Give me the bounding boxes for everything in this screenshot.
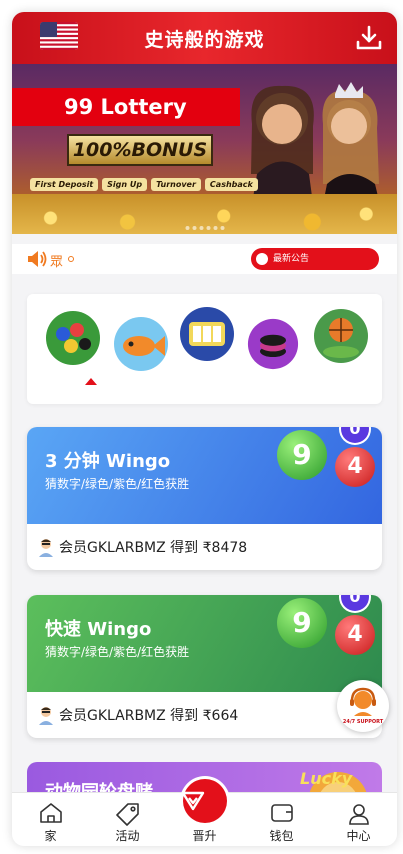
- card-header: 快速 Wingo 猜数字/绿色/紫色/红色获胜 9 4: [27, 595, 382, 692]
- pagination-dot[interactable]: [220, 226, 224, 230]
- tab-label: 家: [44, 829, 57, 843]
- banner-chip: Sign Up: [102, 178, 148, 191]
- notice-bar: 眾 最新公告: [12, 244, 397, 274]
- header-title: 史诗般的游戏: [144, 28, 265, 51]
- slots-category-icon[interactable]: [179, 306, 235, 362]
- game-card-wingo-fast[interactable]: 快速 Wingo 猜数字/绿色/紫色/红色获胜 9 4 0 会员GKLARBMZ…: [27, 595, 382, 738]
- sports-category-icon[interactable]: [313, 308, 369, 364]
- us-flag-icon[interactable]: [40, 22, 78, 50]
- tab-label: 晋升: [192, 829, 217, 843]
- headset-icon: [350, 687, 376, 716]
- user-icon: [348, 804, 369, 825]
- home-icon: [39, 803, 62, 823]
- red-ball-icon: 4: [335, 615, 375, 655]
- green-ball-icon: 9: [277, 430, 327, 480]
- notice-dot: [68, 256, 74, 262]
- winner-text: 会员GKLARBMZ 得到 ₹8478: [59, 540, 248, 556]
- game-title: 快速 Wingo: [45, 619, 152, 640]
- banner-chip: Turnover: [151, 178, 201, 191]
- banner-chips: First Deposit Sign Up Turnover Cashback: [30, 178, 258, 191]
- banner-pagination: [185, 226, 224, 230]
- tab-label: 中心: [346, 829, 371, 843]
- promo-banner[interactable]: 99 Lottery 100%BONUS First Deposit Sign …: [12, 64, 397, 234]
- tab-label: 活动: [115, 829, 140, 843]
- tab-activity[interactable]: 活动: [89, 793, 166, 846]
- game-title: 3 分钟 Wingo: [45, 451, 171, 472]
- category-selected-indicator: [85, 378, 97, 385]
- winner-text: 会员GKLARBMZ 得到 ₹664: [59, 708, 239, 724]
- green-ball-icon: 9: [277, 598, 327, 648]
- pagination-dot[interactable]: [199, 226, 203, 230]
- tag-icon: [115, 803, 139, 826]
- app-header: 史诗般的游戏: [12, 12, 397, 64]
- pagination-dot[interactable]: [213, 226, 217, 230]
- casino-category-icon[interactable]: [247, 318, 299, 370]
- tab-wallet[interactable]: 钱包: [243, 793, 320, 846]
- game-subtitle: 猜数字/绿色/紫色/红色获胜: [45, 477, 190, 491]
- flame-icon: [256, 253, 268, 265]
- card-header: 3 分钟 Wingo 猜数字/绿色/紫色/红色获胜 9 4: [27, 427, 382, 524]
- promotion-icon: [181, 791, 204, 811]
- app-frame: 史诗般的游戏 99 Lottery 100%BONUS First Deposi…: [12, 12, 397, 846]
- category-strip: [27, 294, 382, 404]
- banner-chip: First Deposit: [30, 178, 99, 191]
- banner-bonus: 100%BONUS: [67, 134, 213, 166]
- red-ball-icon: 4: [335, 447, 375, 487]
- tab-center[interactable]: 中心: [320, 793, 397, 846]
- wallet-icon: [270, 804, 293, 822]
- lottery-category-icon[interactable]: [45, 310, 101, 366]
- pagination-dot[interactable]: [206, 226, 210, 230]
- banner-chip: Cashback: [204, 178, 258, 191]
- tab-promotion[interactable]: 晋升: [166, 779, 243, 846]
- announcement-label: 最新公告: [273, 254, 310, 264]
- speaker-icon: [28, 251, 47, 267]
- bottom-tab-bar: 家 活动 晋升 钱包 中心: [12, 779, 397, 846]
- support-button[interactable]: 24/7 SUPPORT: [337, 680, 389, 732]
- promotion-button: [181, 779, 227, 823]
- download-icon[interactable]: [355, 24, 383, 52]
- avatar-icon: [39, 539, 53, 557]
- game-card-wingo-3min[interactable]: 3 分钟 Wingo 猜数字/绿色/紫色/红色获胜 9 4 0 会员GKLARB…: [27, 427, 382, 570]
- support-label: 24/7 SUPPORT: [342, 719, 384, 725]
- notice-marquee: 眾: [50, 255, 64, 270]
- announcement-button[interactable]: 最新公告: [251, 248, 379, 270]
- winner-row: 会员GKLARBMZ 得到 ₹664: [27, 692, 382, 738]
- winner-row: 会员GKLARBMZ 得到 ₹8478: [27, 524, 382, 570]
- pagination-dot[interactable]: [185, 226, 189, 230]
- banner-headline: 99 Lottery: [12, 88, 240, 126]
- pagination-dot[interactable]: [192, 226, 196, 230]
- tab-label: 钱包: [269, 829, 294, 843]
- svg-text:Lucky: Lucky: [300, 769, 353, 788]
- fishing-category-icon[interactable]: [113, 316, 169, 372]
- tab-home[interactable]: 家: [12, 793, 89, 846]
- avatar-icon: [39, 707, 53, 725]
- game-subtitle: 猜数字/绿色/紫色/红色获胜: [45, 645, 190, 659]
